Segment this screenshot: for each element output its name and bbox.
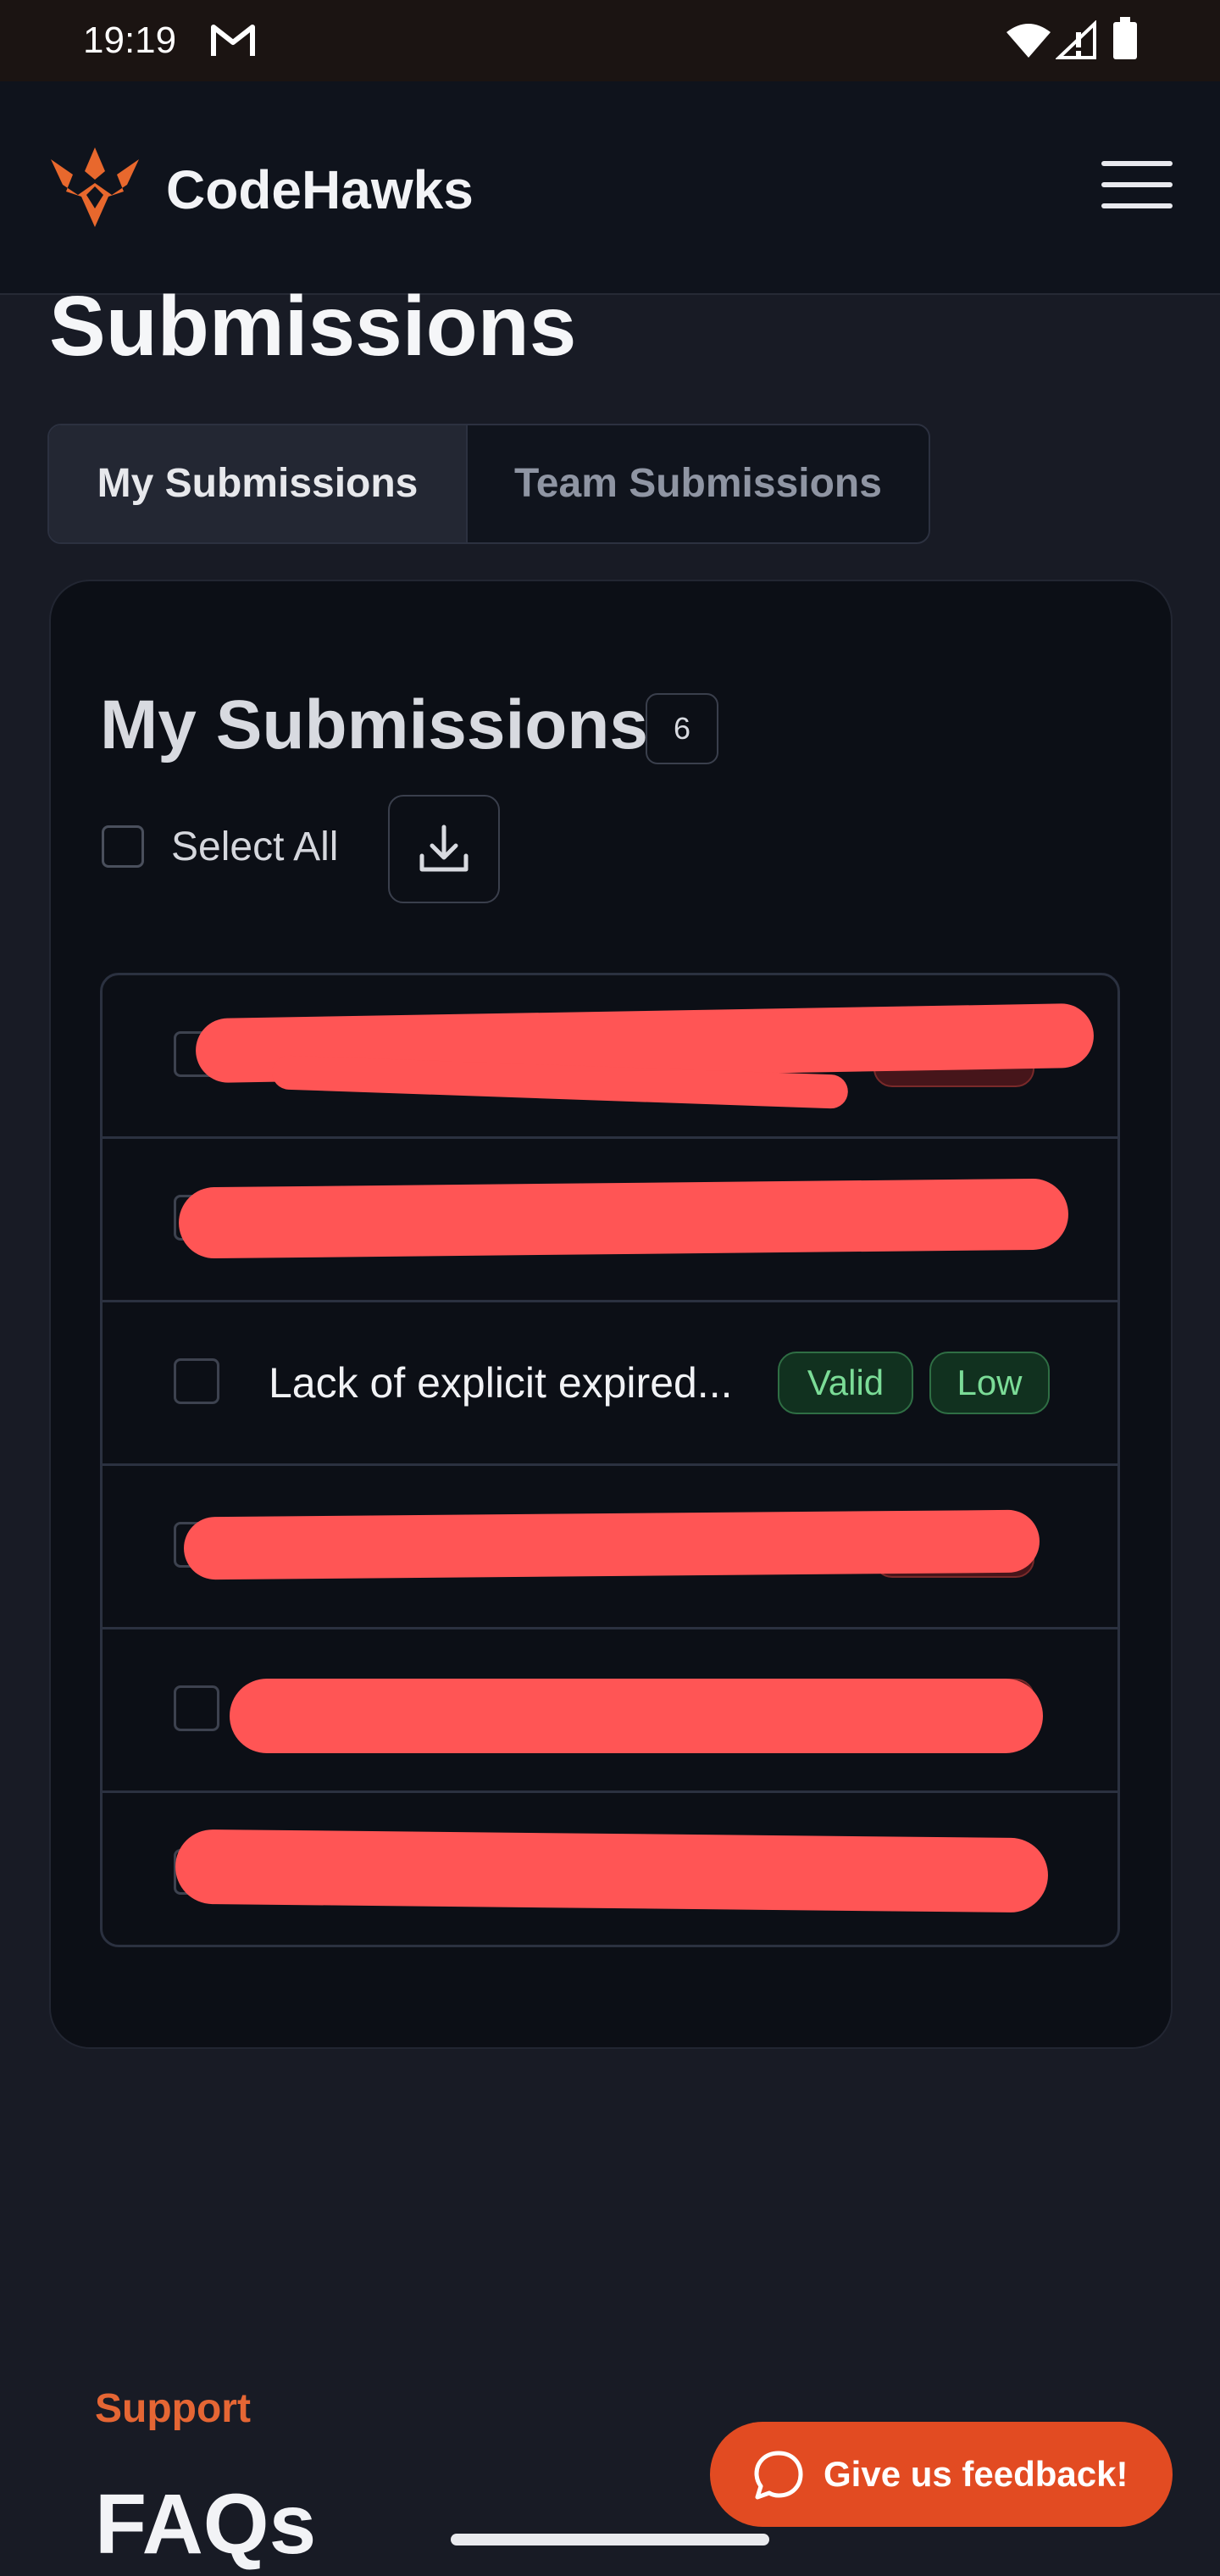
redaction-mark xyxy=(178,1178,1069,1259)
battery-icon xyxy=(1112,17,1139,65)
hawk-logo-icon[interactable] xyxy=(49,146,141,231)
brand-name[interactable]: CodeHawks xyxy=(166,159,474,220)
row-checkbox[interactable] xyxy=(174,1358,219,1404)
select-all-label[interactable]: Select All xyxy=(171,824,338,871)
status-time: 19:19 xyxy=(83,19,177,61)
wifi-icon xyxy=(1005,22,1052,64)
home-indicator[interactable] xyxy=(451,2534,769,2545)
select-all-checkbox[interactable] xyxy=(102,825,144,868)
redaction-mark xyxy=(183,1509,1040,1580)
submissions-list: Lack of explicit expired... Valid Low xyxy=(100,973,1120,1947)
signal-icon xyxy=(1055,19,1098,65)
download-icon xyxy=(419,824,469,872)
faq-title: FAQs xyxy=(95,2477,317,2572)
status-badge: Valid xyxy=(778,1352,913,1414)
submission-count-badge: 6 xyxy=(646,693,718,764)
hamburger-menu-icon[interactable] xyxy=(1101,161,1173,215)
row-checkbox[interactable] xyxy=(174,1685,219,1731)
page: 19:19 CodeHawks Submissions My Submissio… xyxy=(0,0,1220,2576)
feedback-button[interactable]: Give us feedback! xyxy=(710,2422,1173,2527)
table-row[interactable] xyxy=(103,1466,1117,1629)
feedback-label[interactable]: Give us feedback! xyxy=(824,2451,1128,2498)
menu-line xyxy=(1101,182,1173,187)
redaction-mark xyxy=(175,1829,1049,1913)
table-row[interactable] xyxy=(103,1139,1117,1302)
tab-team-submissions[interactable]: Team Submissions xyxy=(468,425,929,542)
tab-my-submissions[interactable]: My Submissions xyxy=(49,425,468,542)
redaction-mark xyxy=(230,1679,1043,1753)
support-label: Support xyxy=(95,2386,251,2431)
download-button[interactable] xyxy=(388,795,500,903)
submission-title[interactable]: Lack of explicit expired... xyxy=(269,1358,733,1407)
top-navigation: CodeHawks xyxy=(0,81,1220,295)
menu-line xyxy=(1101,203,1173,208)
gmail-icon xyxy=(210,22,256,64)
submission-tabs: My Submissions Team Submissions xyxy=(47,424,930,544)
table-row[interactable] xyxy=(103,1793,1117,1954)
menu-line xyxy=(1101,161,1173,166)
severity-badge: Low xyxy=(929,1352,1050,1414)
card-title: My Submissions xyxy=(100,686,649,763)
page-title: Submissions xyxy=(49,279,577,374)
table-row[interactable]: Lack of explicit expired... Valid Low xyxy=(103,1302,1117,1466)
my-submissions-card: My Submissions 6 Select All Lack of expl… xyxy=(49,580,1173,2049)
table-row[interactable] xyxy=(103,975,1117,1139)
table-row[interactable] xyxy=(103,1629,1117,1793)
chat-bubble-icon xyxy=(754,2451,803,2500)
status-bar: 19:19 xyxy=(0,0,1220,81)
